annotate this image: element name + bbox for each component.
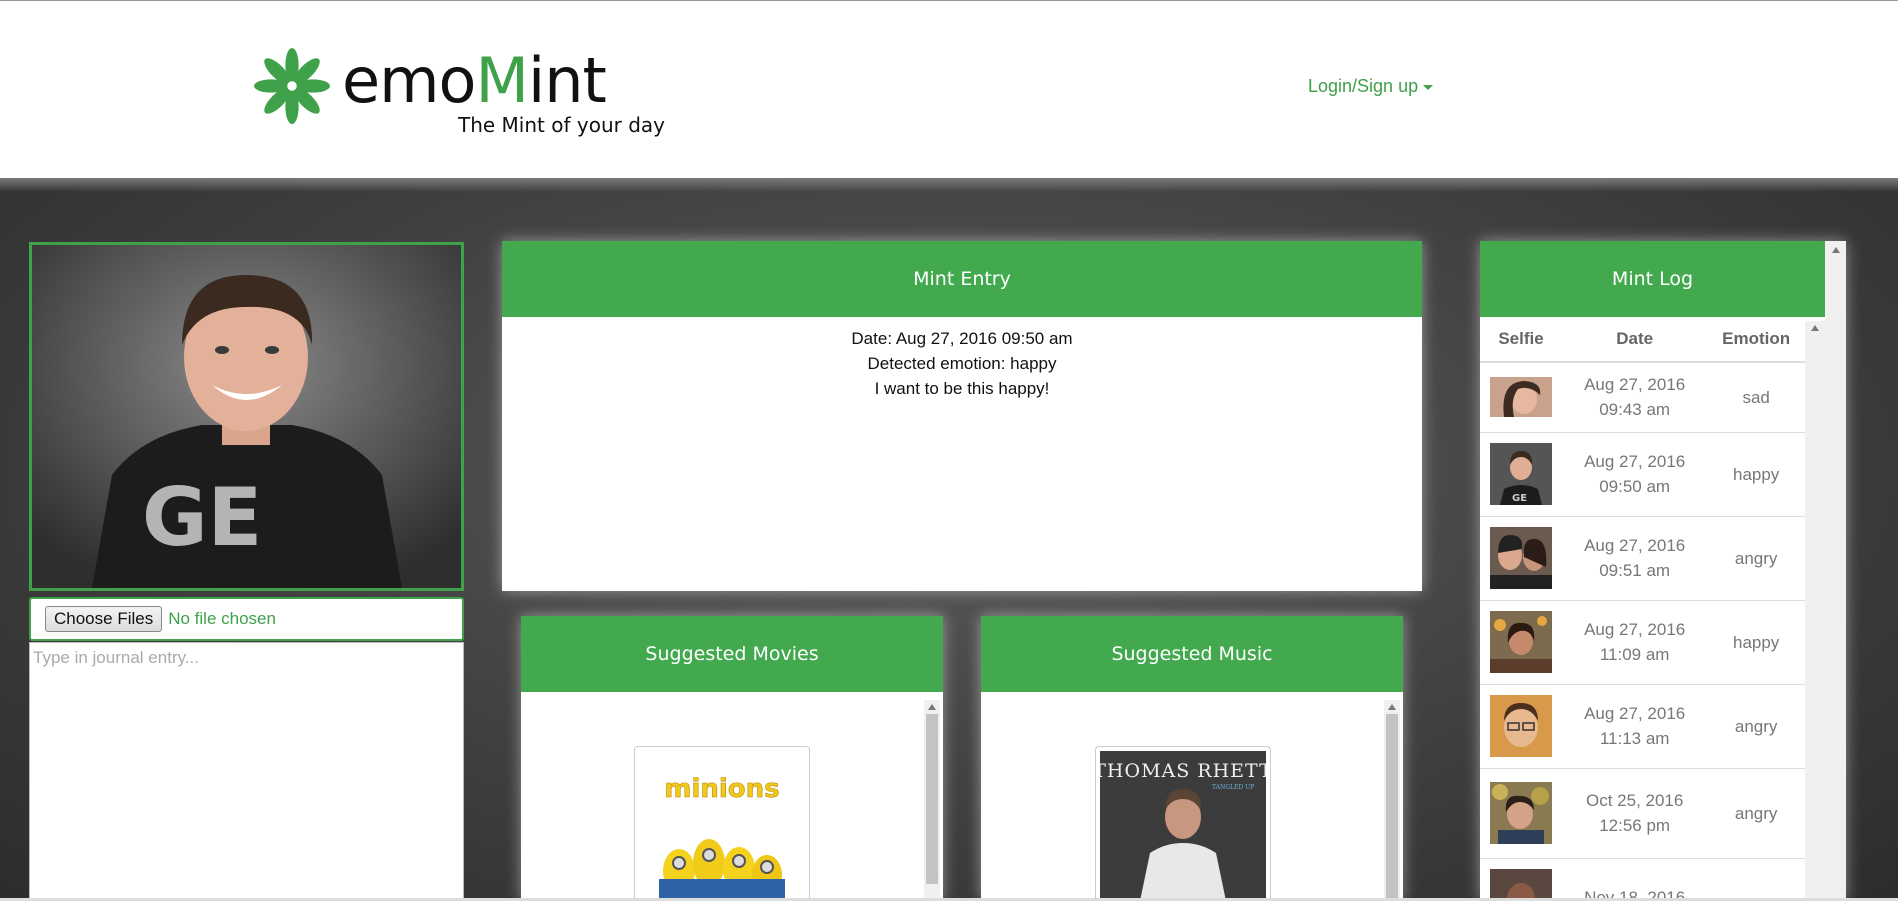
log-selfie-cell: GE [1480, 431, 1562, 516]
movie-poster-title: minions [664, 774, 779, 804]
log-date-cell: Aug 27, 2016 11:13 am [1562, 683, 1708, 768]
column-header-date[interactable]: Date [1562, 317, 1708, 363]
log-table-scrollbar[interactable] [1805, 321, 1825, 901]
logo-wordmark: emoMint [342, 44, 607, 117]
mint-flower-icon [254, 48, 330, 124]
log-emotion-cell: angry [1707, 767, 1805, 858]
log-row[interactable]: Aug 27, 2016 11:09 am happy [1480, 599, 1805, 684]
suggested-music-title: Suggested Music [981, 616, 1403, 692]
log-row[interactable]: Nov 18, 2016 [1480, 857, 1805, 901]
suggested-movies-title: Suggested Movies [521, 616, 943, 692]
log-row[interactable]: Aug 27, 2016 09:43 am sad [1480, 361, 1805, 432]
log-selfie-cell [1480, 515, 1562, 600]
scroll-up-icon[interactable] [1831, 247, 1840, 253]
selfie-thumbnail[interactable] [1490, 377, 1552, 418]
log-selfie-cell [1480, 361, 1562, 432]
log-emotion-cell: angry [1707, 515, 1805, 600]
entry-emotion: Detected emotion: happy [867, 354, 1057, 373]
music-scrollbar[interactable] [1384, 700, 1400, 901]
file-upload-row: Choose Files No file chosen [29, 597, 464, 641]
log-emotion-cell: angry [1707, 683, 1805, 768]
selfie-thumbnail[interactable] [1490, 868, 1552, 901]
caret-down-icon [1423, 84, 1434, 90]
album-title: TANGLED UP [1212, 784, 1254, 791]
emomint-logo[interactable]: emoMint The Mint of your day [254, 44, 674, 145]
mint-log-panel: Mint Log Selfie Date Emotion Aug 27, 201… [1480, 241, 1846, 901]
album-cover[interactable]: THOMAS RHETT TANGLED UP [1093, 746, 1272, 901]
log-selfie-cell [1480, 767, 1562, 858]
selfie-thumbnail[interactable] [1490, 782, 1552, 844]
log-date-cell: Aug 27, 2016 11:09 am [1562, 599, 1708, 684]
log-date-cell: Aug 27, 2016 09:51 am [1562, 515, 1708, 600]
log-emotion-cell: happy [1707, 431, 1805, 516]
choose-files-button[interactable]: Choose Files [45, 606, 163, 632]
login-signup-label: Login/Sign up [1308, 76, 1419, 96]
site-header: emoMint The Mint of your day Login/Sign … [0, 0, 1898, 178]
mint-entry-panel: Mint Entry Date: Aug 27, 2016 09:50 am D… [502, 241, 1422, 591]
log-selfie-cell [1480, 599, 1562, 684]
movies-list[interactable]: minions [521, 692, 943, 901]
mint-entry-title: Mint Entry [502, 241, 1422, 317]
column-header-selfie[interactable]: Selfie [1480, 317, 1562, 363]
selfie-photo: GE [29, 242, 464, 591]
selfie-thumbnail[interactable] [1490, 695, 1552, 757]
selfie-thumbnail[interactable] [1490, 611, 1552, 673]
selfie-thumbnail[interactable]: GE [1490, 443, 1552, 505]
svg-text:GE: GE [142, 471, 262, 564]
movie-poster[interactable]: minions [634, 746, 810, 901]
column-header-emotion[interactable]: Emotion [1707, 317, 1805, 363]
scroll-up-icon[interactable] [1388, 704, 1396, 710]
log-date-cell: Oct 25, 2016 12:56 pm [1562, 767, 1708, 858]
log-row[interactable]: Aug 27, 2016 11:13 am angry [1480, 683, 1805, 768]
entry-date: Date: Aug 27, 2016 09:50 am [851, 329, 1073, 348]
log-selfie-cell [1480, 683, 1562, 768]
log-emotion-cell [1707, 857, 1805, 901]
scroll-up-icon[interactable] [928, 704, 936, 710]
music-list[interactable]: THOMAS RHETT TANGLED UP [981, 692, 1403, 901]
mint-log-table: Selfie Date Emotion Aug 27, 2016 09:43 am… [1480, 317, 1805, 901]
suggested-movies-panel: Suggested Movies minions [521, 616, 943, 901]
journal-entry-input[interactable] [29, 642, 464, 901]
log-date-cell: Nov 18, 2016 [1562, 857, 1708, 901]
mint-log-title: Mint Log [1480, 241, 1825, 317]
log-emotion-cell: happy [1707, 599, 1805, 684]
suggested-music-panel: Suggested Music THOMAS RHETT TANGLED UP [981, 616, 1403, 901]
log-selfie-cell [1480, 857, 1562, 901]
log-row[interactable]: GE Aug 27, 2016 09:50 am happy [1480, 431, 1805, 516]
movies-scrollbar[interactable] [924, 700, 940, 901]
file-status-text: No file chosen [168, 609, 276, 628]
log-row[interactable]: Oct 25, 2016 12:56 pm angry [1480, 767, 1805, 858]
album-artist: THOMAS RHETT [1100, 760, 1266, 782]
entry-text: I want to be this happy! [874, 379, 1050, 398]
mint-entry-body: Date: Aug 27, 2016 09:50 am Detected emo… [502, 317, 1422, 401]
log-panel-scrollbar[interactable] [1825, 241, 1846, 901]
tagline: The Mint of your day [458, 113, 665, 137]
log-date-cell: Aug 27, 2016 09:50 am [1562, 431, 1708, 516]
selfie-thumbnail[interactable] [1490, 527, 1552, 589]
log-row[interactable]: Aug 27, 2016 09:51 am angry [1480, 515, 1805, 600]
log-date-cell: Aug 27, 2016 09:43 am [1562, 361, 1708, 432]
login-signup-dropdown[interactable]: Login/Sign up [1308, 76, 1434, 97]
scroll-up-icon[interactable] [1811, 325, 1819, 331]
log-emotion-cell: sad [1707, 361, 1805, 432]
svg-text:GE: GE [1512, 493, 1527, 504]
